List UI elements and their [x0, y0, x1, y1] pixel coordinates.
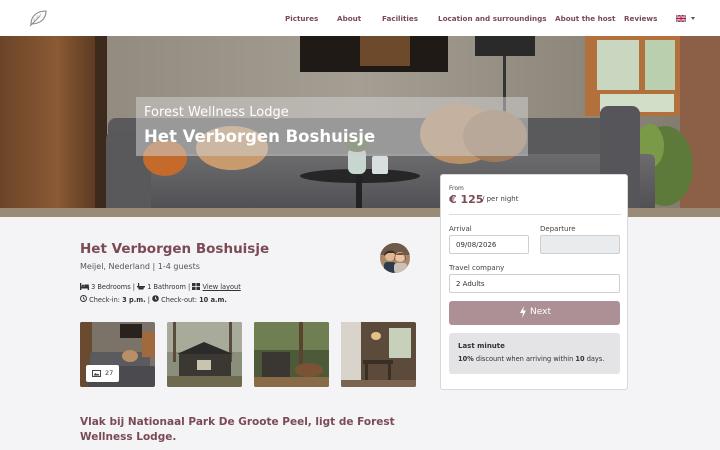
last-minute-notice: Last minute 10% discount when arriving w…: [449, 333, 620, 374]
arrival-label: Arrival: [449, 225, 472, 233]
departure-label: Departure: [540, 225, 576, 233]
checkin-checkout: Check-in: 3 p.m. | Check-out: 10 a.m.: [80, 295, 227, 304]
host-avatar[interactable]: [380, 243, 410, 273]
last-minute-mid: discount when arriving within: [473, 355, 576, 363]
garden-hot-tub-photo: [254, 322, 329, 387]
hero-subtitle: Forest Wellness Lodge: [144, 105, 289, 120]
clock-icon: [80, 295, 87, 302]
photo-count: 27: [105, 369, 114, 377]
images-icon: [92, 370, 101, 377]
nav-link-about[interactable]: About: [337, 14, 361, 23]
hero-title: Het Verborgen Boshuisje: [144, 127, 376, 146]
price-value: € 125: [449, 193, 484, 206]
photo-thumbnail[interactable]: [341, 322, 416, 387]
top-navbar: Pictures About Facilities Location and s…: [0, 0, 720, 36]
arrival-date-field[interactable]: 09/08/2026: [449, 235, 529, 254]
listing-title: Het Verborgen Boshuisje: [80, 241, 270, 257]
nav-link-pictures[interactable]: Pictures: [285, 14, 318, 23]
travel-company-label: Travel company: [449, 264, 505, 272]
listing-facts: 3 Bedrooms | 1 Bathroom | View layout: [80, 283, 241, 291]
bathrooms-count: 1 Bathroom: [147, 283, 186, 291]
lightning-icon: [520, 306, 526, 318]
photo-thumbnail[interactable]: 27: [80, 322, 155, 387]
nav-link-location[interactable]: Location and surroundings: [438, 14, 547, 23]
nav-link-reviews[interactable]: Reviews: [624, 14, 657, 23]
booking-card: From € 125 / per night Arrival 09/08/202…: [440, 174, 628, 390]
nav-link-host[interactable]: About the host: [555, 14, 615, 23]
leaf-icon[interactable]: [28, 9, 48, 27]
photo-thumbnail[interactable]: [254, 322, 329, 387]
facts-separator: |: [188, 283, 191, 291]
last-minute-title: Last minute: [458, 342, 505, 350]
layout-icon: [192, 283, 201, 290]
departure-date-field[interactable]: [540, 235, 620, 254]
uk-flag-icon[interactable]: [676, 15, 686, 22]
checkin-time: 3 p.m.: [122, 296, 146, 304]
checkin-label: Check-in:: [89, 296, 121, 304]
checkout-time: 10 a.m.: [199, 296, 227, 304]
checks-separator: |: [147, 296, 150, 304]
dining-room-photo: [341, 322, 416, 387]
next-button[interactable]: Next: [449, 301, 620, 325]
last-minute-end: days.: [584, 355, 605, 363]
facts-separator: |: [132, 283, 136, 291]
nav-link-facilities[interactable]: Facilities: [382, 14, 418, 23]
view-layout-link[interactable]: View layout: [202, 283, 240, 291]
last-minute-days: 10: [575, 355, 585, 363]
listing-location: Meijel, Nederland | 1-4 guests: [80, 262, 200, 271]
cabin-exterior-photo: [167, 322, 242, 387]
checkout-label: Check-out:: [161, 296, 197, 304]
bath-icon: [137, 283, 146, 290]
card-divider: [449, 214, 621, 215]
host-avatar-photo: [380, 243, 410, 273]
photo-thumbnail[interactable]: [167, 322, 242, 387]
bed-icon: [80, 283, 89, 290]
next-button-label: Next: [530, 307, 551, 317]
clock-filled-icon: [152, 295, 159, 302]
hero-caption: Forest Wellness Lodge Het Verborgen Bosh…: [136, 97, 528, 156]
description-heading: Vlak bij Nationaal Park De Groote Peel, …: [80, 416, 395, 443]
chevron-down-icon[interactable]: [691, 17, 695, 20]
bedrooms-count: 3 Bedrooms: [91, 283, 131, 291]
price-from-label: From: [449, 185, 464, 192]
travel-company-select[interactable]: 2 Adults: [449, 274, 620, 293]
photo-count-badge[interactable]: 27: [86, 365, 119, 382]
price-per-night: / per night: [482, 195, 519, 203]
last-minute-text: 10% discount when arriving within 10 day…: [458, 355, 604, 363]
last-minute-percent: 10%: [458, 355, 474, 363]
